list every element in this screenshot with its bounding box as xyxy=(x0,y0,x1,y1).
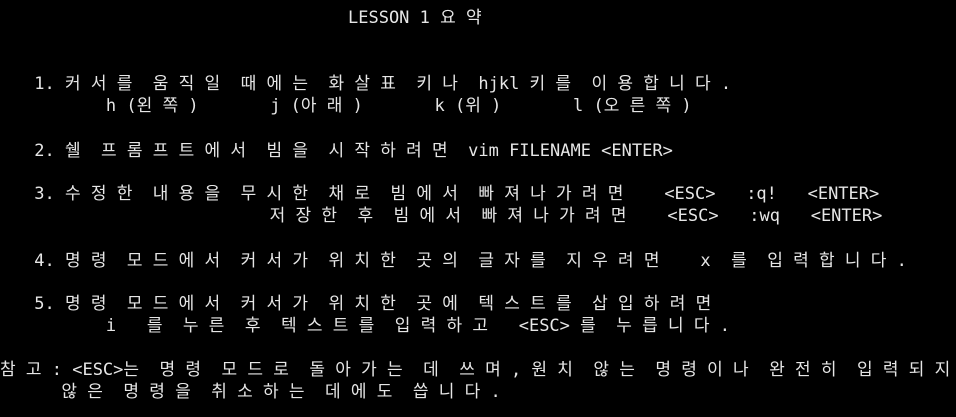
summary-item-2: 2. 쉘 프 롬 프 트 에 서 빔 을 시 작 하 려 면 vim FILEN… xyxy=(24,141,673,161)
summary-item-3-line-1: 3. 수 정 한 내 용 을 무 시 한 채 로 빔 에 서 빠 져 나 가 려… xyxy=(24,184,880,204)
note-line-1: 참 고 : <ESC>는 명 령 모 드 로 돌 아 가 는 데 쓰 며 , 원… xyxy=(0,360,951,380)
summary-item-3-line-2: 저 장 한 후 빔 에 서 빠 져 나 가 려 면 <ESC> :wq <ENT… xyxy=(24,206,883,226)
summary-item-5-line-1: 5. 명 령 모 드 에 서 커 서 가 위 치 한 곳 에 텍 스 트 를 삽… xyxy=(24,294,712,314)
summary-item-1-line-1: 1. 커 서 를 움 직 일 때 에 는 화 살 표 키 나 hjkl 키 를 … xyxy=(24,74,732,94)
summary-item-5-line-2: i 를 누 른 후 텍 스 트 를 입 력 하 고 <ESC> 를 누 릅 니 … xyxy=(24,316,730,336)
lesson-title: LESSON 1 요 약 xyxy=(348,8,482,28)
note-line-2: 않 은 명 령 을 취 소 하 는 데 에 도 씁 니 다 . xyxy=(0,382,501,402)
summary-item-1-line-2: h (왼 쪽 ) j (아 래 ) k (위 ) l (오 른 쪽 ) xyxy=(24,96,692,116)
terminal-window[interactable]: LESSON 1 요 약 1. 커 서 를 움 직 일 때 에 는 화 살 표 … xyxy=(0,0,956,417)
summary-item-4: 4. 명 령 모 드 에 서 커 서 가 위 치 한 곳 의 글 자 를 지 우… xyxy=(24,251,907,271)
